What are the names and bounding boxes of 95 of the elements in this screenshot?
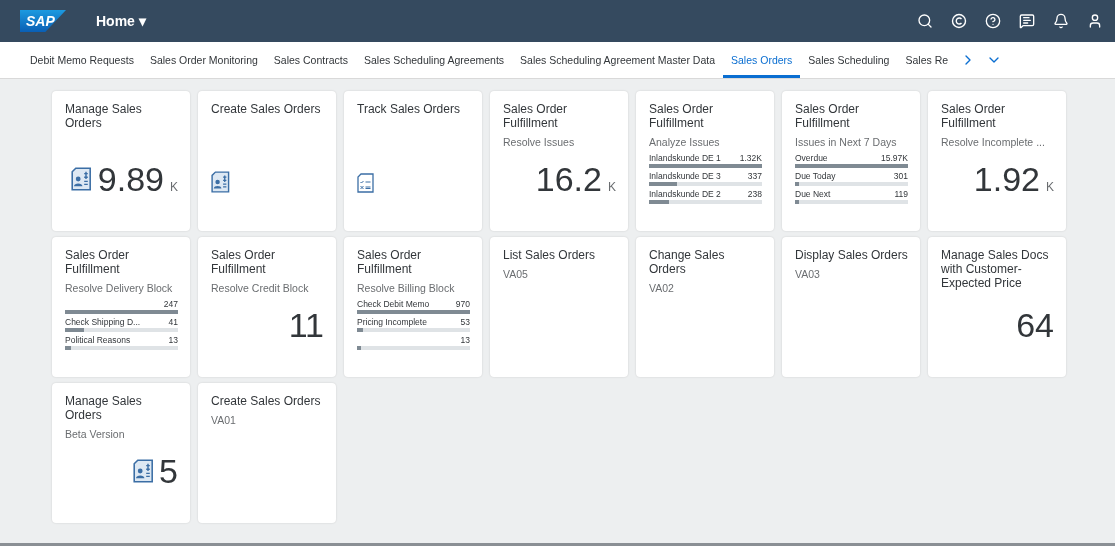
tab[interactable]: Sales Contracts <box>265 42 356 78</box>
kpi-value: 5 <box>159 453 178 489</box>
app-tile[interactable]: Sales Order Fulfillment Resolve Issues 16.2 K <box>490 91 628 231</box>
tile-subtitle: Resolve Billing Block <box>357 282 455 295</box>
kpi-value: 64 <box>1016 307 1054 343</box>
bar-value: 15.97K <box>881 153 908 164</box>
app-tile[interactable]: List Sales Orders VA05 <box>490 237 628 377</box>
app-tile[interactable]: Display Sales Orders VA03 <box>782 237 920 377</box>
tile-title: Sales Order Fulfillment <box>795 102 861 130</box>
app-tile[interactable]: Sales Order Fulfillment Resolve Billing Block Check Debit Memo 970 Pricing Incomplete 53 13 <box>344 237 482 377</box>
app-tile[interactable]: Create Sales Orders <box>198 91 336 231</box>
tile-title: Track Sales Orders <box>357 102 461 116</box>
document-person-icon <box>211 171 230 193</box>
bar-value: 13 <box>168 335 178 346</box>
bar-label: Inlandskunde DE 3 <box>649 171 721 182</box>
company-logo[interactable]: SAP <box>20 10 66 32</box>
tab[interactable]: Sales Scheduling Agreements <box>356 42 513 78</box>
bar-value: 119 <box>894 189 908 200</box>
bar-label: Pricing Incomplete <box>357 317 427 328</box>
tile-title: Sales Order Fulfillment <box>65 248 131 276</box>
tile-title: Create Sales Orders <box>211 102 322 116</box>
notifications-icon[interactable] <box>1053 13 1069 29</box>
tile-subtitle: VA02 <box>649 282 674 295</box>
app-tile[interactable]: Sales Order Fulfillment Resolve Delivery Block 247 Check Shipping D... 41 Political Reasons 13 <box>52 237 190 377</box>
bar-label: Check Shipping D... <box>65 317 141 328</box>
tile-title: Sales Order Fulfillment <box>503 102 569 130</box>
kpi-value: 1.92 <box>973 161 1040 197</box>
bar-label: Overdue <box>795 153 828 164</box>
app-tile[interactable]: Sales Order Fulfillment Issues in Next 7 Days Overdue 15.97K Due Today 301 Due Next 119 <box>782 91 920 231</box>
app-tile[interactable]: Track Sales Orders <box>344 91 482 231</box>
bar-value: 337 <box>747 171 762 182</box>
tile-title: Sales Order Fulfillment <box>357 248 423 276</box>
app-tile[interactable]: Create Sales Orders VA01 <box>198 383 336 523</box>
bar-value: 1.32K <box>739 153 762 164</box>
bar-value: 238 <box>747 189 762 200</box>
tile-title: Manage Sales Docs with Customer-Expected Price <box>941 248 1050 290</box>
tab[interactable]: Sales Order Monitoring <box>141 42 266 78</box>
bar-label: Due Next <box>795 189 831 200</box>
user-icon[interactable] <box>1087 13 1103 29</box>
bar-label: Check Debit Memo <box>357 299 430 310</box>
bar-label: Inlandskunde DE 2 <box>649 189 721 200</box>
tile-subtitle: VA05 <box>503 268 528 281</box>
kpi-unit: K <box>1046 180 1054 194</box>
app-tile[interactable]: Sales Order Fulfillment Resolve Credit Block 11 <box>198 237 336 377</box>
tile-title: Sales Order Fulfillment <box>649 102 715 130</box>
document-person-icon <box>132 459 154 483</box>
bar-value: 13 <box>460 335 470 346</box>
tile-subtitle: Resolve Credit Block <box>211 282 309 295</box>
kpi-unit: K <box>170 180 178 194</box>
app-tile[interactable]: Manage Sales Docs with Customer-Expected Price 64 <box>928 237 1066 377</box>
tile-title: Sales Order Fulfillment <box>211 248 277 276</box>
document-person-icon <box>71 167 92 191</box>
tile-subtitle: Analyze Issues <box>649 136 720 149</box>
app-tile[interactable]: Manage Sales Orders 9.89 K <box>52 91 190 231</box>
tile-subtitle: Beta Version <box>65 428 125 441</box>
bar-label: Political Reasons <box>65 335 131 346</box>
help-icon[interactable] <box>985 13 1001 29</box>
app-tile[interactable]: Manage Sales Orders Beta Version 5 <box>52 383 190 523</box>
bar-label: Due Today <box>795 171 836 182</box>
bar-value: 53 <box>460 317 470 328</box>
tab[interactable]: Debit Memo Requests <box>22 42 142 78</box>
tab[interactable]: Sales Orders <box>723 42 801 78</box>
kpi-value: 11 <box>288 307 324 343</box>
tab[interactable]: Sales Scheduling Agreement Master Data <box>512 42 724 78</box>
home-menu-button[interactable]: Home ▾ <box>96 13 146 29</box>
ring-icon[interactable] <box>951 13 967 29</box>
app-tile[interactable]: Change Sales Orders VA02 <box>636 237 774 377</box>
app-tile[interactable]: Sales Order Fulfillment Analyze Issues Inlandskunde DE 1 1.32K Inlandskunde DE 3 337 Inlandskunde DE 2 238 <box>636 91 774 231</box>
tile-title: Display Sales Orders <box>795 248 908 262</box>
tile-title: Manage Sales Orders <box>65 102 143 130</box>
tile-title: Manage Sales Orders <box>65 394 143 422</box>
kpi-unit: K <box>608 180 616 194</box>
tab[interactable]: Sales Scheduling <box>800 42 898 78</box>
kpi-value: 9.89 <box>97 161 164 197</box>
tile-subtitle: VA01 <box>211 414 236 427</box>
tile-title: List Sales Orders <box>503 248 597 262</box>
tile-title: Create Sales Orders <box>211 394 322 408</box>
feedback-icon[interactable] <box>1019 13 1035 29</box>
bar-label: Inlandskunde DE 1 <box>649 153 721 164</box>
kpi-value: 16.2 <box>535 161 602 197</box>
tile-subtitle: Issues in Next 7 Days <box>795 136 897 149</box>
tile-subtitle: Resolve Issues <box>503 136 575 149</box>
search-icon[interactable] <box>917 13 933 29</box>
tab[interactable]: Sales Re <box>897 42 957 78</box>
tile-subtitle: Resolve Incomplete ... <box>941 136 1045 149</box>
tile-subtitle: Resolve Delivery Block <box>65 282 173 295</box>
tile-subtitle: VA03 <box>795 268 820 281</box>
bar-value: 301 <box>893 171 908 182</box>
app-tile[interactable]: Sales Order Fulfillment Resolve Incomplete ... 1.92 K <box>928 91 1066 231</box>
bar-value: 247 <box>163 299 178 310</box>
tile-title: Sales Order Fulfillment <box>941 102 1007 130</box>
bar-value: 41 <box>168 317 178 328</box>
tile-title: Change Sales Orders <box>649 248 726 276</box>
checklist-document-icon <box>357 173 374 193</box>
bar-value: 970 <box>455 299 470 310</box>
